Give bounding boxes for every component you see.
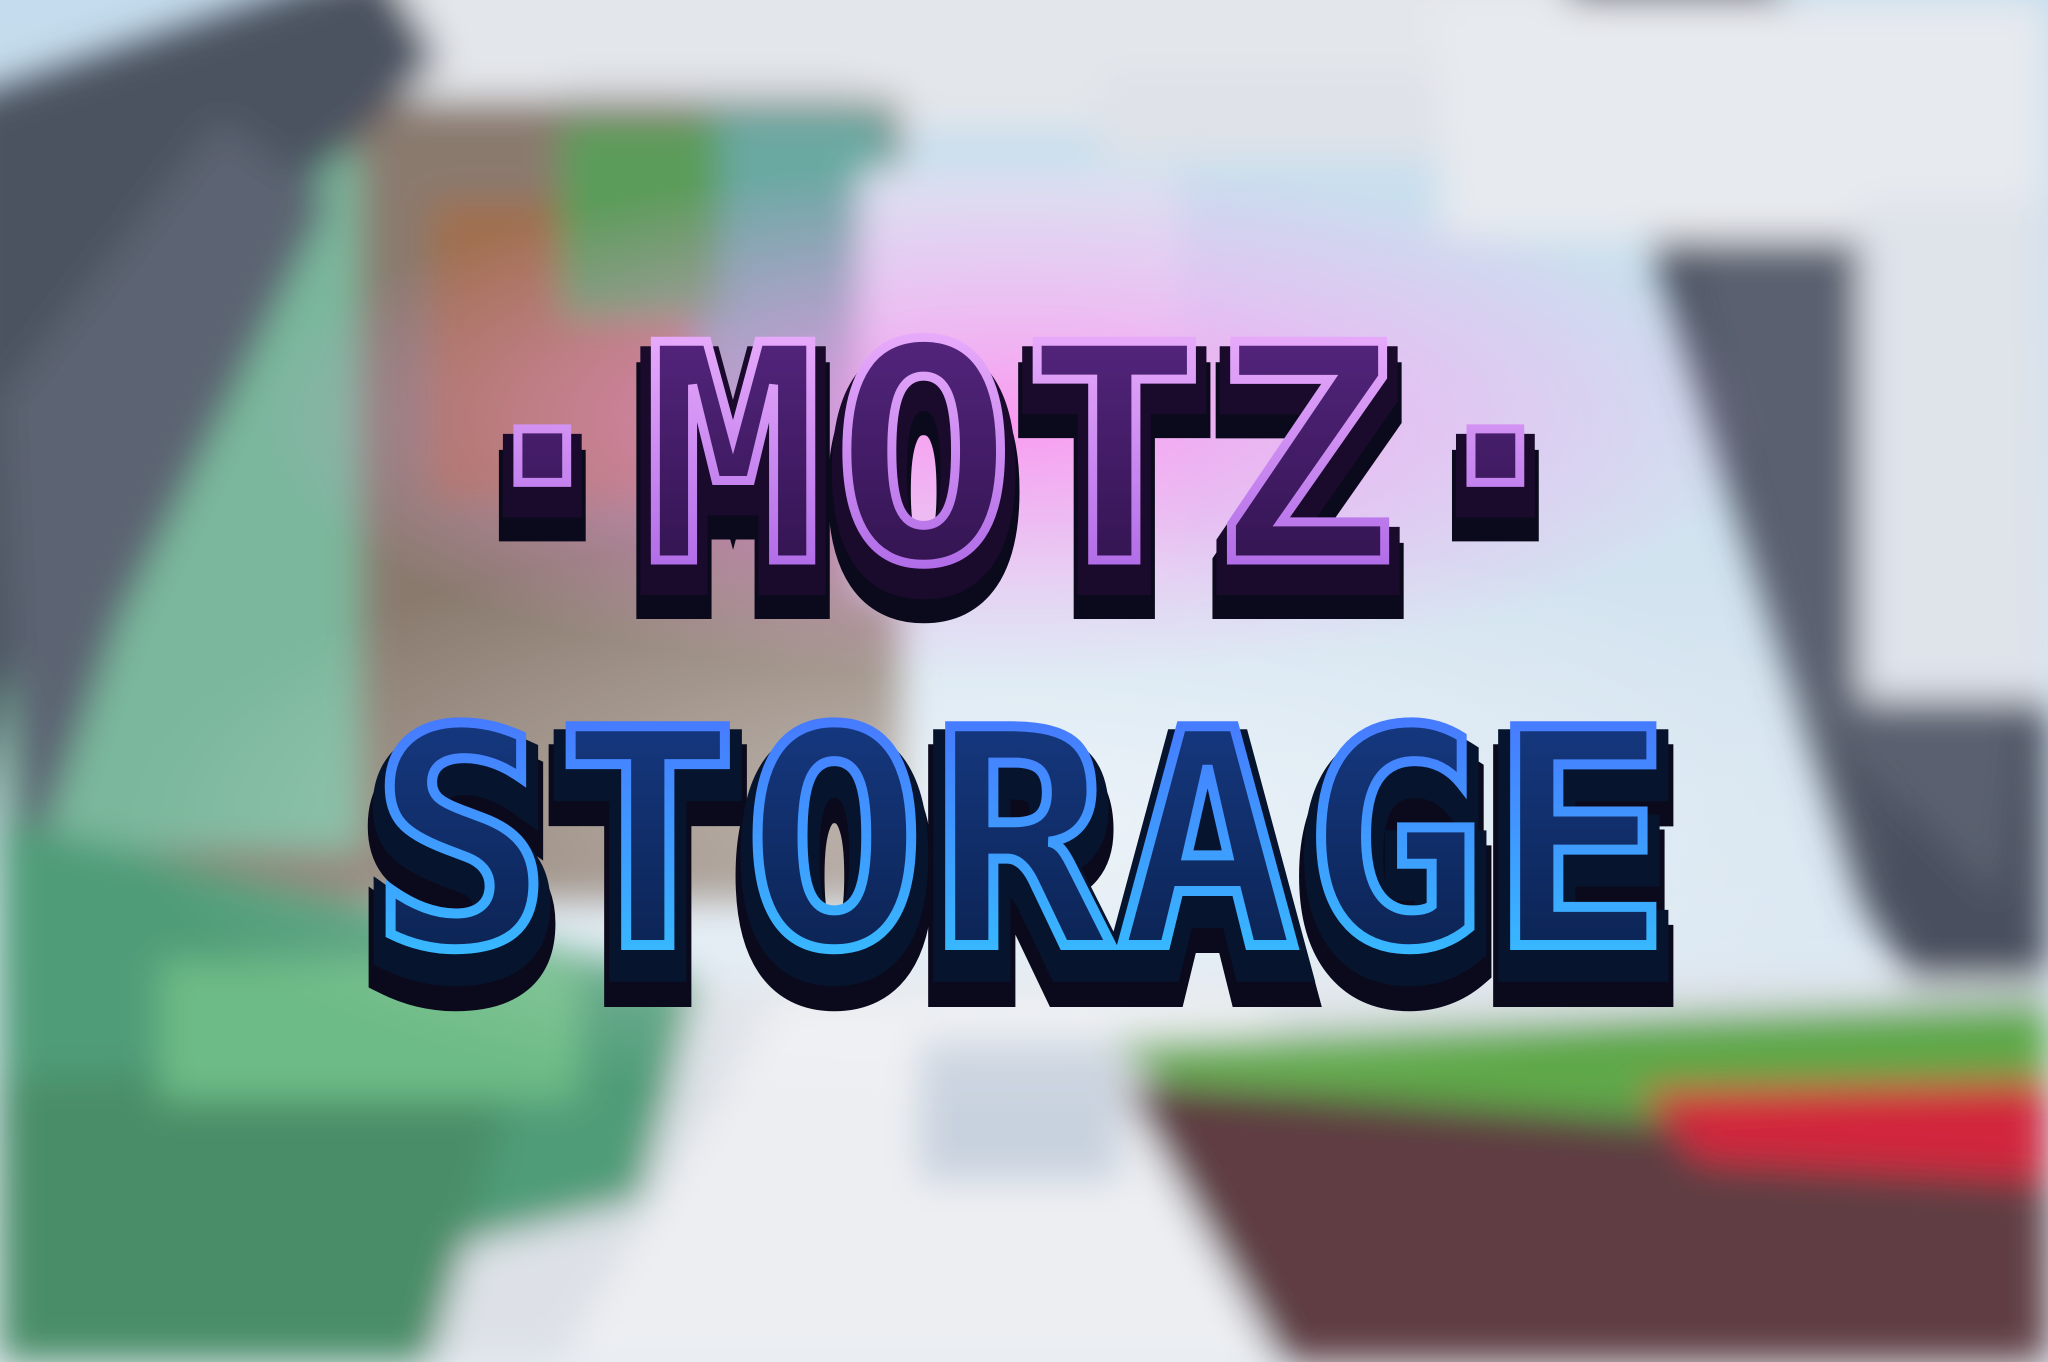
game-scene: ·MOTZ· ·MOTZ· ·MOTZ· STORAGE STORAGE STO…	[0, 0, 2048, 1362]
logo-line-2-face: STORAGE	[371, 667, 1677, 1016]
logo-line-1: ·MOTZ· ·MOTZ· ·MOTZ·	[433, 278, 1605, 691]
logo: ·MOTZ· ·MOTZ· ·MOTZ· STORAGE STORAGE STO…	[349, 278, 1693, 1079]
logo-line-1-face: ·MOTZ·	[452, 282, 1596, 631]
logo-line-2: STORAGE STORAGE STORAGE	[349, 662, 1693, 1078]
